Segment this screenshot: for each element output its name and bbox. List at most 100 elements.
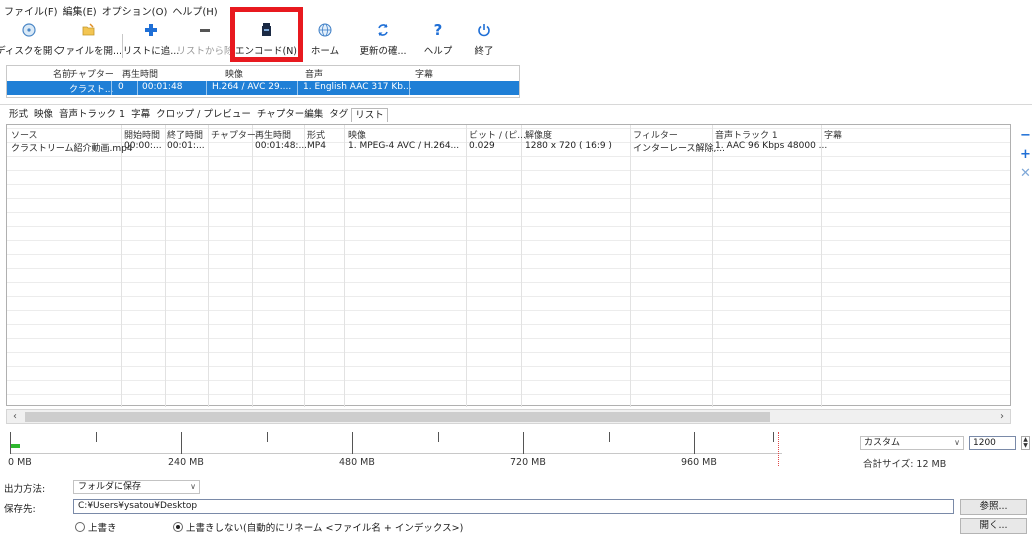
cell-start-time: 00:00:...: [124, 141, 162, 151]
horizontal-scrollbar[interactable]: ‹ ›: [6, 409, 1011, 424]
tab-chapter-edit[interactable]: チャプター編集: [254, 108, 326, 122]
title-col-chapter[interactable]: チャプター: [69, 67, 114, 80]
col-chapter[interactable]: チャプター: [211, 128, 256, 141]
tab-tags[interactable]: タグ: [326, 108, 351, 122]
add-plus-icon[interactable]: +: [1019, 147, 1032, 163]
overwrite-radio-label: 上書き: [88, 523, 117, 534]
title-list: 名前 チャプター 再生時間 映像 音声 字幕 クラスト... 0 00:01:4…: [6, 65, 520, 98]
size-limit-marker: [778, 432, 779, 466]
power-icon: [476, 20, 492, 40]
cell-source: クラストリーム紹介動画.mp4: [11, 144, 133, 154]
tab-subtitles[interactable]: 字幕: [128, 108, 153, 122]
tab-audio-track-1[interactable]: 音声トラック 1: [56, 108, 128, 122]
destination-path-input[interactable]: C:¥Users¥ysatou¥Desktop: [73, 499, 954, 514]
radio-unchecked-icon: [75, 522, 85, 532]
move-up-minus-icon[interactable]: −: [1019, 128, 1032, 144]
size-spinner[interactable]: ▲ ▼: [1021, 436, 1030, 450]
add-to-list-button[interactable]: リストに追...: [122, 20, 180, 60]
size-value-input[interactable]: 1200: [969, 436, 1016, 450]
menu-help[interactable]: ヘルプ(H): [172, 3, 217, 18]
exit-button[interactable]: 終了: [466, 20, 502, 60]
refresh-icon: [375, 20, 391, 40]
ruler-label-0: 0 MB: [8, 457, 32, 468]
cell-audio-track-1: 1. AAC 96 Kbps 48000 ...: [715, 141, 828, 151]
question-icon: ?: [433, 20, 443, 39]
ruler-label-240: 240 MB: [168, 457, 204, 468]
output-method-select[interactable]: フォルダに保存 ∨: [73, 480, 200, 494]
title-cell-separator: [409, 81, 410, 95]
tab-video[interactable]: 映像: [31, 108, 56, 122]
title-cell-separator: [111, 81, 112, 95]
scrollbar-thumb[interactable]: [25, 412, 770, 422]
title-row-duration: 00:01:48: [142, 82, 183, 92]
grid-column-line: [165, 125, 166, 407]
title-col-subtitle[interactable]: 字幕: [415, 67, 433, 80]
no-overwrite-radio[interactable]: 上書きしない(自動的にリネーム <ファイル名 + インデックス>): [173, 520, 463, 534]
title-col-video[interactable]: 映像: [225, 67, 243, 80]
tab-format[interactable]: 形式: [6, 108, 31, 122]
cell-end-time: 00:01:...: [167, 141, 205, 151]
title-col-duration[interactable]: 再生時間: [122, 67, 158, 80]
scroll-left-icon[interactable]: ‹: [7, 410, 23, 423]
ruler-minor-tick: [96, 432, 97, 442]
col-audio-track-1[interactable]: 音声トラック 1: [715, 128, 778, 141]
remove-close-icon[interactable]: ✕: [1019, 166, 1032, 182]
check-updates-button[interactable]: 更新の確...: [355, 20, 411, 60]
col-duration[interactable]: 再生時間: [255, 128, 291, 141]
browse-button[interactable]: 参照...: [960, 499, 1027, 515]
ruler-major-tick: [352, 432, 353, 454]
toolbar: ディスクを開く ファイルを開... リストに追... リストから除 エンコード(…: [0, 20, 1032, 60]
open-folder-button[interactable]: 開く...: [960, 518, 1027, 534]
cell-duration: 00:01:48:...: [255, 141, 308, 151]
encode-queue-grid: ソース 開始時間 終了時間 チャプター 再生時間 形式 映像 ビット / (ピ.…: [6, 124, 1011, 407]
title-row-chapter: 0: [118, 82, 124, 92]
ruler-minor-tick: [438, 432, 439, 442]
help-button[interactable]: ? ヘルプ: [418, 20, 458, 60]
output-method-value: フォルダに保存: [78, 482, 142, 492]
col-resolution[interactable]: 解像度: [525, 128, 552, 141]
grid-column-line: [208, 125, 209, 407]
scroll-right-icon[interactable]: ›: [994, 410, 1010, 423]
open-file-button[interactable]: ファイルを開...: [56, 20, 122, 60]
check-updates-label: 更新の確...: [359, 46, 407, 57]
tab-list[interactable]: リスト: [351, 108, 388, 122]
add-to-list-label: リストに追...: [122, 46, 180, 57]
ruler-label-720: 720 MB: [510, 457, 546, 468]
title-cell-separator: [206, 81, 207, 95]
col-video[interactable]: 映像: [348, 128, 366, 141]
title-list-header: 名前 チャプター 再生時間 映像 音声 字幕: [7, 66, 519, 80]
menu-options[interactable]: オプション(O): [102, 3, 168, 18]
col-bits-per-pixel[interactable]: ビット / (ピ...: [469, 128, 526, 141]
remove-from-list-button[interactable]: リストから除: [177, 20, 234, 60]
tab-crop-preview[interactable]: クロップ / プレビュー: [153, 108, 254, 122]
plus-icon: [143, 20, 159, 40]
col-format[interactable]: 形式: [307, 128, 325, 141]
grid-column-line: [304, 125, 305, 407]
cell-resolution: 1280 x 720 ( 16:9 ): [525, 141, 612, 151]
menu-edit[interactable]: 編集(E): [63, 3, 97, 18]
exit-label: 終了: [474, 46, 494, 57]
open-disc-button[interactable]: ディスクを開く: [0, 20, 62, 60]
no-overwrite-radio-label: 上書きしない(自動的にリネーム <ファイル名 + インデックス>): [186, 523, 464, 534]
overwrite-radio[interactable]: 上書き: [75, 520, 117, 534]
grid-column-line: [466, 125, 467, 407]
home-button[interactable]: ホーム: [305, 20, 345, 60]
title-col-audio[interactable]: 音声: [305, 67, 323, 80]
col-subtitles[interactable]: 字幕: [824, 128, 842, 141]
col-start-time[interactable]: 開始時間: [124, 128, 160, 141]
ruler-major-tick: [181, 432, 182, 454]
menu-file[interactable]: ファイル(F): [4, 3, 58, 18]
col-end-time[interactable]: 終了時間: [167, 128, 203, 141]
col-source[interactable]: ソース: [11, 128, 38, 141]
title-list-row-selected[interactable]: クラスト... 0 00:01:48 H.264 / AVC 29.... 1.…: [7, 81, 519, 95]
menu-bar: ファイル(F) 編集(E) オプション(O) ヘルプ(H): [0, 0, 1032, 20]
folder-open-icon: [81, 20, 97, 40]
title-cell-separator: [297, 81, 298, 95]
title-row-name: クラスト...: [69, 85, 114, 95]
grid-column-line: [521, 125, 522, 407]
grid-column-line: [712, 125, 713, 407]
grid-column-line: [821, 125, 822, 407]
size-mode-select[interactable]: カスタム ∨: [860, 436, 964, 450]
ruler-minor-tick: [267, 432, 268, 442]
col-filters[interactable]: フィルター: [633, 128, 678, 141]
